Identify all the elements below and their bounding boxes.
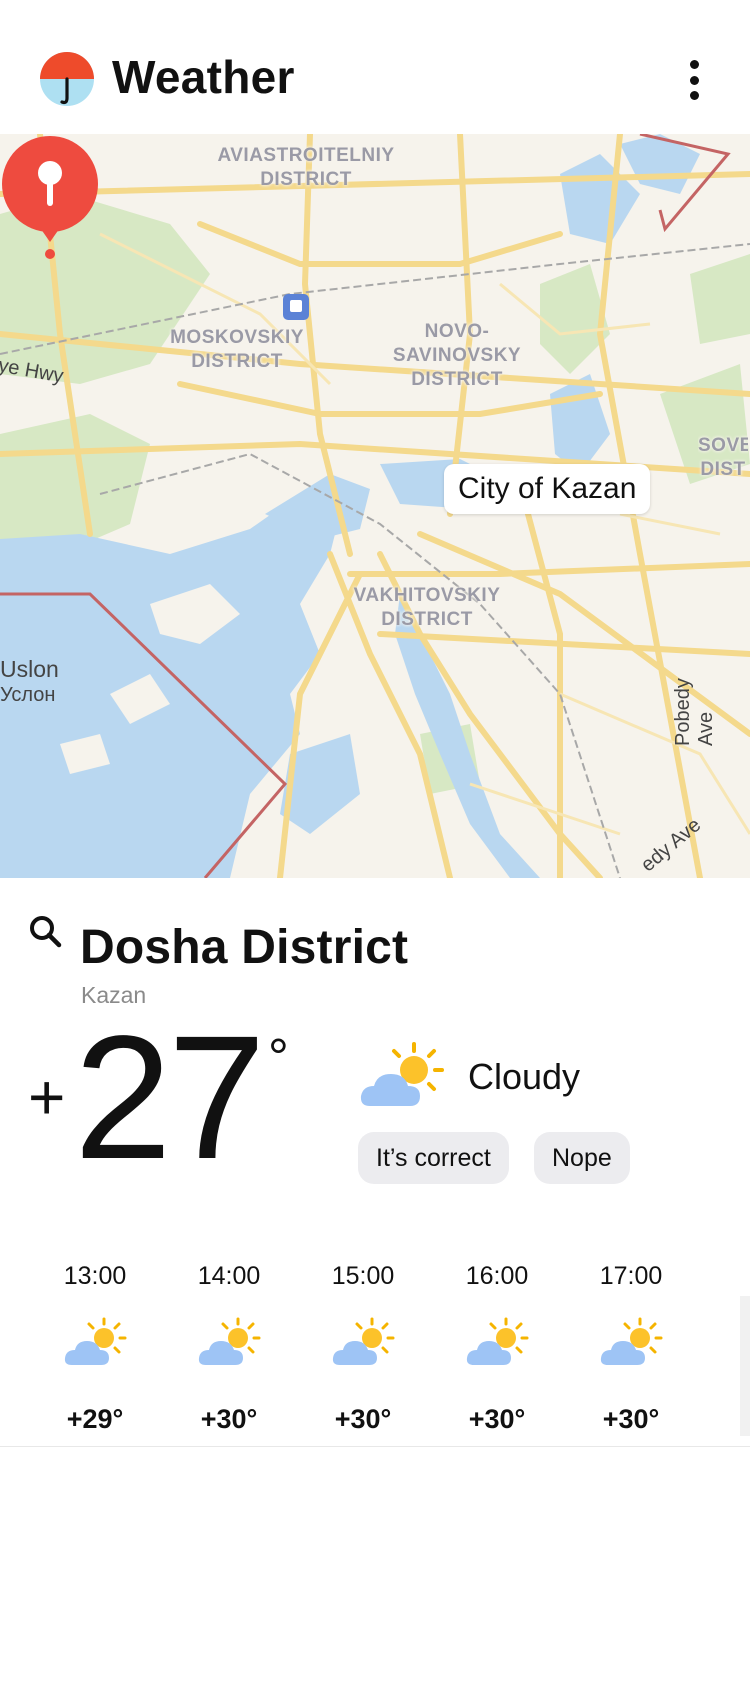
temperature-sign: + (28, 1061, 66, 1133)
partly-cloudy-icon (332, 1317, 395, 1365)
temperature-value: 27 (74, 1000, 266, 1196)
hourly-time: 16:00 (465, 1262, 529, 1290)
hourly-temp: +30° (334, 1404, 392, 1434)
more-vertical-icon[interactable] (676, 56, 712, 104)
hourly-temp: +30° (468, 1404, 526, 1434)
location-title[interactable]: Dosha District (80, 920, 408, 975)
map-road-label: Pobedy Ave (672, 678, 717, 746)
app-header: Weather (0, 0, 750, 134)
hourly-time: 15:00 (331, 1262, 395, 1290)
partly-cloudy-icon (198, 1317, 261, 1365)
temperature-degree: ° (268, 1029, 289, 1087)
search-icon[interactable] (28, 914, 62, 948)
hourly-item[interactable]: 17:00 +30° (564, 1248, 698, 1448)
map-district-label: AVIASTROITELNIY DISTRICT (217, 145, 395, 190)
hourly-time: 17:00 (599, 1262, 663, 1290)
hourly-item[interactable]: 13:00 +29° (28, 1248, 162, 1448)
hourly-temp: +30° (200, 1404, 258, 1434)
location-map[interactable]: AVIASTROITELNIY DISTRICT MOSKOVSKIY DIST… (0, 134, 750, 878)
city-label[interactable]: City of Kazan (444, 464, 651, 514)
partly-cloudy-icon (64, 1317, 127, 1365)
app-title: Weather (112, 51, 295, 103)
deny-button[interactable]: Nope (534, 1132, 630, 1184)
hourly-time: 14:00 (197, 1262, 261, 1290)
confirm-button[interactable]: It’s correct (358, 1132, 509, 1184)
hourly-item[interactable]: 14:00 +30° (162, 1248, 296, 1448)
map-place-label: Услон (0, 684, 56, 706)
umbrella-icon (40, 52, 94, 106)
map-district-label: MOSKOVSKIY DISTRICT (170, 327, 304, 372)
section-divider (0, 1446, 750, 1447)
condition-text: Cloudy (468, 1056, 581, 1097)
hourly-item[interactable]: 16:00 +30° (430, 1248, 564, 1448)
hourly-temp: +30° (602, 1404, 660, 1434)
hourly-scroll-edge (740, 1296, 750, 1436)
hourly-temp: +29° (66, 1404, 124, 1434)
hourly-forecast[interactable]: 13:00 +29° 14:00 +30° 15:00 +30° 16:00 +… (0, 1248, 750, 1448)
map-district-label: VAKHITOVSKIY DISTRICT (353, 585, 501, 630)
hourly-item[interactable]: 15:00 +30° (296, 1248, 430, 1448)
partly-cloudy-icon (600, 1317, 663, 1365)
map-place-label: Uslon (0, 656, 59, 682)
location-pin-icon[interactable] (0, 134, 100, 264)
map-district-label: SOVE DIST (698, 435, 748, 480)
partly-cloudy-icon (360, 1042, 444, 1106)
hourly-time: 13:00 (63, 1262, 127, 1290)
map-district-label: NOVO-SAVINOVSKY DISTRICT (392, 321, 522, 390)
partly-cloudy-icon (466, 1317, 529, 1365)
